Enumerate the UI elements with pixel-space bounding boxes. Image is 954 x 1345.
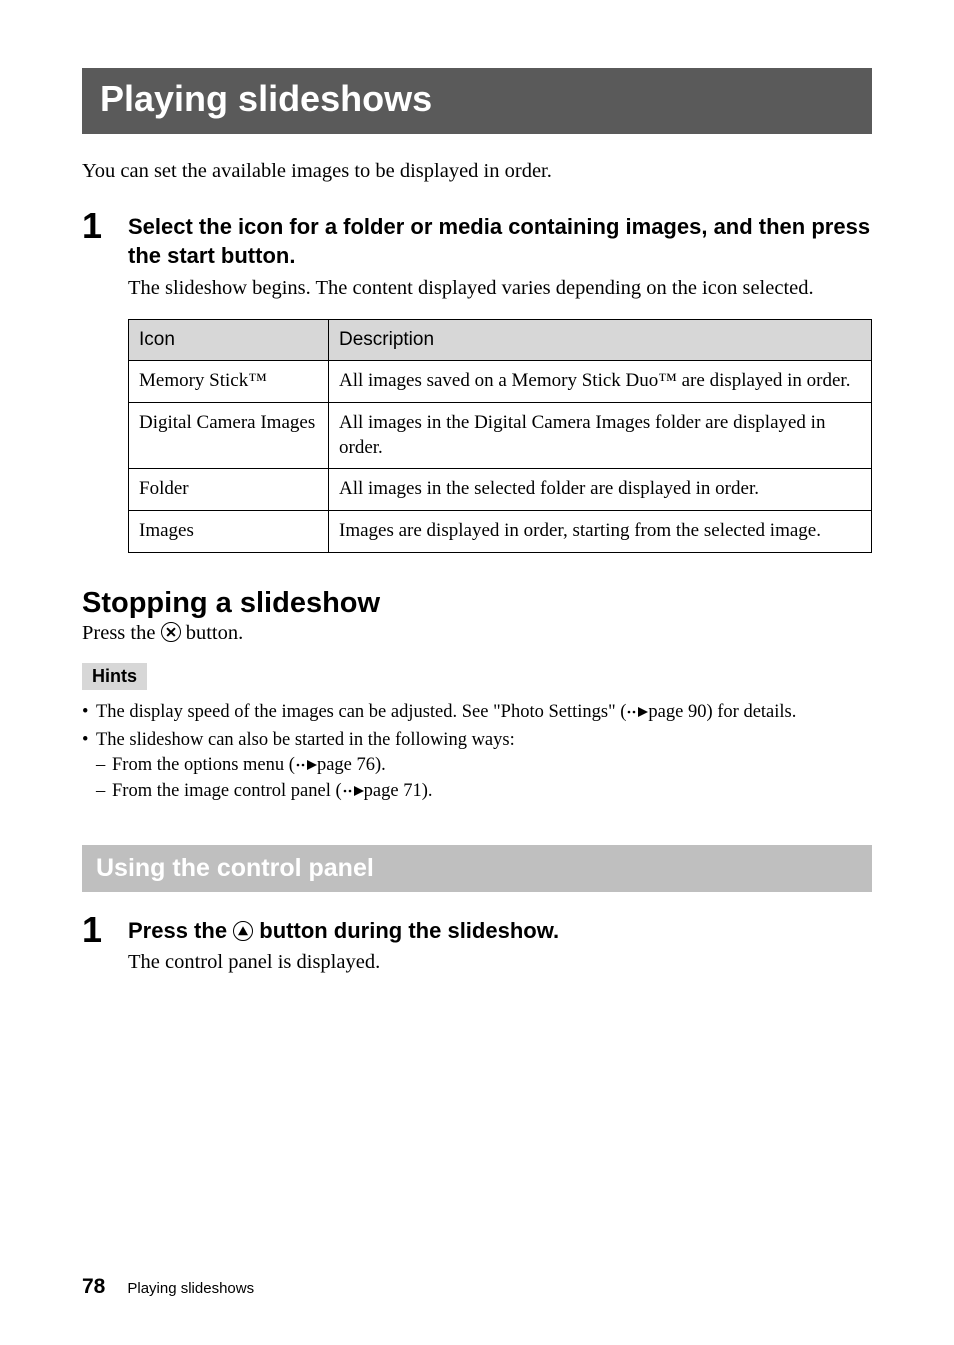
step-title: Press the button during the slideshow. — [128, 916, 872, 946]
page-title-bar: Playing slideshows — [82, 68, 872, 134]
intro-text: You can set the available images to be d… — [82, 158, 872, 186]
step-number: 1 — [82, 208, 106, 244]
stopping-heading: Stopping a slideshow — [82, 587, 872, 620]
manual-page: Playing slideshows You can set the avail… — [0, 0, 954, 1345]
page-ref-icon — [295, 754, 317, 779]
hint-subitem: From the options menu ( page 76). — [96, 753, 872, 779]
section-bar: Using the control panel — [82, 845, 872, 892]
step-description: The slideshow begins. The content displa… — [128, 275, 872, 303]
step-1: 1 Select the icon for a folder or media … — [82, 208, 872, 579]
cell-desc: All images in the selected folder are di… — [329, 469, 872, 511]
step-number: 1 — [82, 912, 106, 948]
page-ref-icon — [626, 701, 648, 726]
cell-icon: Images — [129, 511, 329, 553]
page-number: 78 — [82, 1275, 105, 1299]
sub-text-post: page 71). — [364, 781, 433, 801]
page-footer: 78 Playing slideshows — [82, 1275, 254, 1299]
table-row: Digital Camera Images All images in the … — [129, 403, 872, 469]
sub-text-pre: From the image control panel ( — [112, 781, 342, 801]
hints-list: The display speed of the images can be a… — [82, 700, 872, 805]
step-description: The control panel is displayed. — [128, 949, 872, 977]
cross-button-icon — [161, 622, 181, 642]
title-post: button during the slideshow. — [253, 918, 559, 943]
cell-icon: Memory Stick™ — [129, 361, 329, 403]
hint-text: The slideshow can also be started in the… — [96, 730, 515, 750]
table-row: Memory Stick™ All images saved on a Memo… — [129, 361, 872, 403]
cell-desc: All images saved on a Memory Stick Duo™ … — [329, 361, 872, 403]
footer-section-name: Playing slideshows — [127, 1280, 254, 1297]
hint-item: The display speed of the images can be a… — [82, 700, 872, 726]
col-header-icon: Icon — [129, 319, 329, 361]
press-text-post: button. — [181, 622, 244, 644]
table-header-row: Icon Description — [129, 319, 872, 361]
cell-desc: All images in the Digital Camera Images … — [329, 403, 872, 469]
table-row: Folder All images in the selected folder… — [129, 469, 872, 511]
sub-text-post: page 76). — [317, 755, 386, 775]
title-pre: Press the — [128, 918, 233, 943]
cell-icon: Folder — [129, 469, 329, 511]
col-header-description: Description — [329, 319, 872, 361]
cell-icon: Digital Camera Images — [129, 403, 329, 469]
step-2: 1 Press the button during the slideshow.… — [82, 912, 872, 993]
section-title: Using the control panel — [96, 854, 858, 883]
hint-sublist: From the options menu ( page 76). From th… — [96, 753, 872, 805]
stopping-instruction: Press the button. — [82, 622, 872, 645]
press-text-pre: Press the — [82, 622, 161, 644]
sub-text-pre: From the options menu ( — [112, 755, 295, 775]
step-body: Select the icon for a folder or media co… — [128, 208, 872, 579]
hints-label: Hints — [82, 663, 147, 690]
page-title: Playing slideshows — [100, 78, 854, 120]
icon-description-table: Icon Description Memory Stick™ All image… — [128, 319, 872, 553]
hint-text-pre: The display speed of the images can be a… — [96, 702, 626, 722]
step-body: Press the button during the slideshow. T… — [128, 912, 872, 993]
step-title: Select the icon for a folder or media co… — [128, 212, 872, 271]
cell-desc: Images are displayed in order, starting … — [329, 511, 872, 553]
hint-text-post: page 90) for details. — [648, 702, 796, 722]
hint-subitem: From the image control panel ( page 71). — [96, 779, 872, 805]
page-ref-icon — [342, 780, 364, 805]
table-row: Images Images are displayed in order, st… — [129, 511, 872, 553]
hint-item: The slideshow can also be started in the… — [82, 728, 872, 805]
triangle-button-icon — [233, 921, 253, 941]
